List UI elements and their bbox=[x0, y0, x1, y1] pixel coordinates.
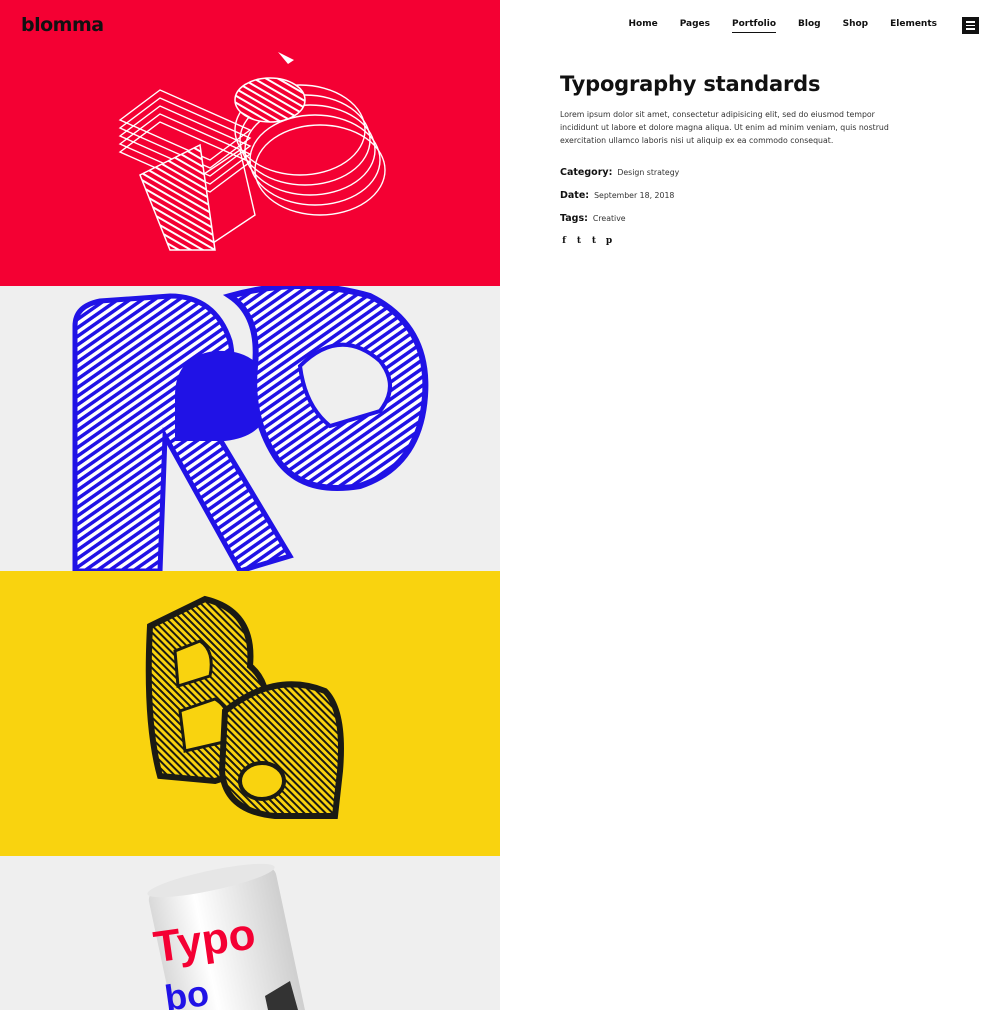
hamburger-icon[interactable] bbox=[962, 17, 979, 34]
tag-link[interactable]: Creative bbox=[593, 214, 626, 223]
social-share: f t t p bbox=[560, 236, 900, 246]
meta-tags: Tags: Creative bbox=[560, 213, 900, 224]
meta-date: Date: September 18, 2018 bbox=[560, 190, 900, 201]
main-nav: Home Pages Portfolio Blog Shop Elements bbox=[606, 17, 979, 34]
nav-pages[interactable]: Pages bbox=[680, 19, 710, 32]
project-details: Typography standards Lorem ipsum dolor s… bbox=[560, 72, 900, 246]
category-link[interactable]: Design strategy bbox=[617, 168, 679, 177]
date-value: September 18, 2018 bbox=[594, 191, 675, 200]
pinterest-icon[interactable]: p bbox=[605, 236, 613, 246]
brand-logo[interactable]: blomma bbox=[21, 14, 104, 36]
nav-portfolio[interactable]: Portfolio bbox=[732, 19, 777, 33]
twitter-icon[interactable]: t bbox=[575, 236, 583, 246]
nav-blog[interactable]: Blog bbox=[798, 19, 821, 32]
svg-text:bo: bo bbox=[162, 972, 211, 1010]
meta-category: Category: Design strategy bbox=[560, 167, 900, 178]
meta-label: Tags: bbox=[560, 213, 588, 224]
project-description: Lorem ipsum dolor sit amet, consectetur … bbox=[560, 110, 889, 145]
gallery-image-can[interactable]: Typo bo bbox=[0, 856, 500, 1010]
gallery-image-red[interactable] bbox=[0, 0, 500, 286]
nav-elements[interactable]: Elements bbox=[890, 19, 937, 32]
project-title: Typography standards bbox=[560, 72, 821, 96]
gallery-image-blue[interactable] bbox=[0, 286, 500, 571]
nav-home[interactable]: Home bbox=[628, 19, 657, 32]
tumblr-icon[interactable]: t bbox=[590, 236, 598, 246]
gallery-image-yellow[interactable] bbox=[0, 571, 500, 856]
meta-label: Category: bbox=[560, 167, 613, 178]
meta-label: Date: bbox=[560, 190, 590, 201]
portfolio-gallery: Typo bo bbox=[0, 0, 500, 1010]
nav-shop[interactable]: Shop bbox=[843, 19, 869, 32]
facebook-icon[interactable]: f bbox=[560, 236, 568, 246]
